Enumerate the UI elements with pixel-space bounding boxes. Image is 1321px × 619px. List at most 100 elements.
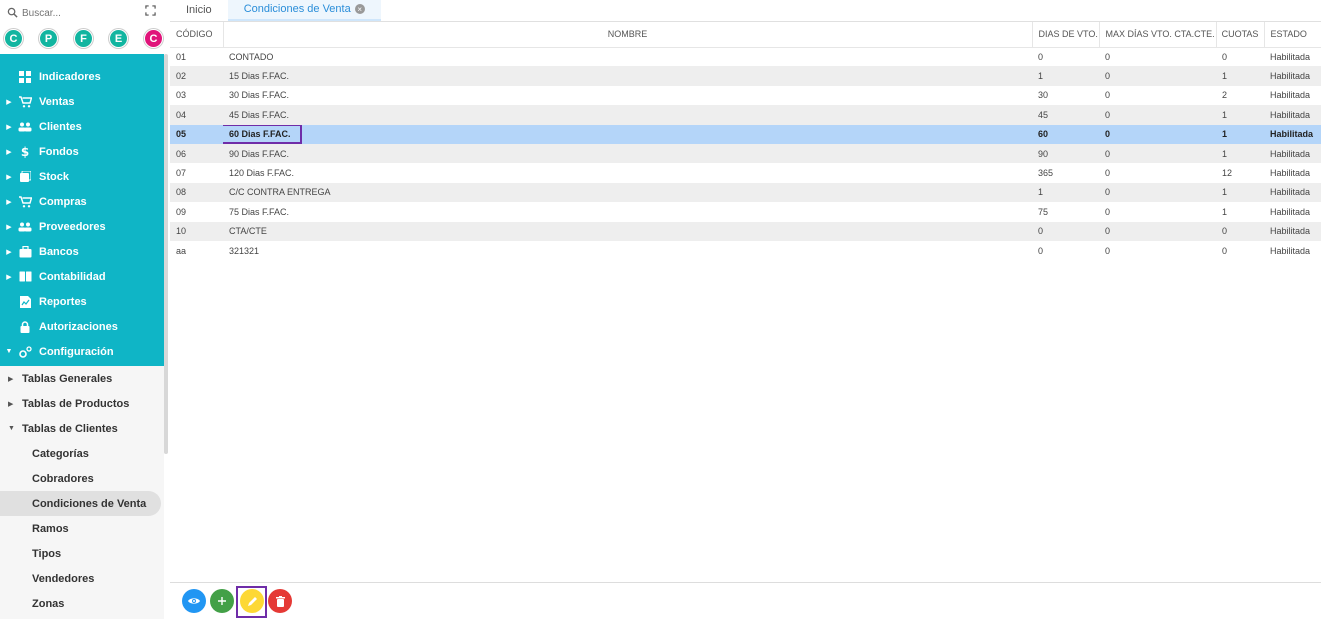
submenu-item-vendedores[interactable]: Vendedores — [0, 566, 164, 591]
table-cell: 0 — [1099, 47, 1216, 67]
table-cell: Habilitada — [1264, 163, 1321, 183]
table-cell: C/C CONTRA ENTREGA — [223, 182, 1032, 203]
table-cell: 0 — [1099, 163, 1216, 183]
book-icon — [18, 270, 32, 284]
tab-label: Condiciones de Venta — [243, 3, 351, 15]
plus-icon — [217, 596, 227, 606]
column-header-4[interactable]: CUOTAS — [1216, 22, 1265, 48]
boxes-icon — [18, 170, 32, 184]
submenu-group-label: Tablas de Productos — [22, 397, 130, 410]
close-icon[interactable]: × — [354, 4, 365, 14]
column-header-3[interactable]: MAX DÍAS VTO. CTA.CTE. — [1099, 22, 1217, 48]
action-bar — [170, 582, 1321, 619]
sidebar-item-stock[interactable]: ▶ Stock — [0, 164, 164, 189]
column-header-1[interactable]: NOMBRE — [223, 22, 1033, 48]
column-header-5[interactable]: ESTADO — [1264, 22, 1321, 48]
sidebar-scrollbar[interactable] — [164, 54, 168, 454]
shortcut-avatars: CPFEC — [4, 29, 168, 48]
table-cell: 0 — [1032, 240, 1099, 261]
submenu-item-ramos[interactable]: Ramos — [0, 516, 164, 541]
shortcut-avatar-p[interactable]: P — [39, 29, 58, 48]
report-icon — [18, 295, 32, 309]
shortcut-avatar-e[interactable]: E — [109, 29, 128, 48]
table-cell: 45 — [1032, 105, 1099, 125]
table-cell: 0 — [1099, 105, 1216, 125]
submenu-item-categor-as[interactable]: Categorías — [0, 441, 164, 466]
sidebar-item-clientes[interactable]: ▶ Clientes — [0, 114, 164, 139]
table-cell: Habilitada — [1264, 66, 1321, 86]
fullscreen-icon[interactable] — [145, 5, 157, 17]
search-input[interactable] — [22, 7, 132, 19]
submenu-item-zonas[interactable]: Zonas — [0, 591, 164, 616]
table-cell: 45 Dias F.FAC. — [223, 105, 1032, 125]
table-row[interactable]: aa 321321 0 0 0 Habilitada — [170, 240, 1321, 261]
view-button[interactable] — [182, 589, 206, 613]
cart-arrow-icon — [18, 195, 32, 209]
table-row[interactable]: 01 CONTADO 0 0 0 Habilitada — [170, 47, 1321, 67]
submenu-group-label: Tablas de Clientes — [22, 422, 118, 435]
sidebar: CPFEC Indicadores▶Ventas▶Clientes▶$Fondo… — [0, 0, 168, 619]
shortcut-avatar-f[interactable]: F — [74, 29, 93, 48]
add-button[interactable] — [210, 589, 234, 613]
table-cell: CONTADO — [223, 47, 1032, 67]
table-cell: Habilitada — [1264, 221, 1321, 241]
sidebar-item-compras[interactable]: ▶ Compras — [0, 189, 164, 214]
submenu-item-condiciones-de-venta[interactable]: Condiciones de Venta — [0, 491, 161, 516]
table-cell: 0 — [1099, 124, 1216, 144]
table-row[interactable]: 05 60 Dias F.FAC. 60 0 1 Habilitada — [170, 124, 1321, 144]
submenu-group-tablas-generales[interactable]: ▶ Tablas Generales — [0, 366, 164, 391]
table-cell: Habilitada — [1264, 124, 1321, 144]
submenu-item-tipos[interactable]: Tipos — [0, 541, 164, 566]
sidebar-item-ventas[interactable]: ▶ Ventas — [0, 89, 164, 114]
chevron-right-icon: ▶ — [8, 375, 14, 383]
submenu-group-tablas-de-productos[interactable]: ▶ Tablas de Productos — [0, 391, 164, 416]
sidebar-item-reportes[interactable]: Reportes — [0, 289, 164, 314]
table-cell: 12 — [1216, 163, 1264, 183]
sidebar-item-fondos[interactable]: ▶ $ Fondos — [0, 139, 164, 164]
table-row[interactable]: 10 CTA/CTE 0 0 0 Habilitada — [170, 221, 1321, 241]
column-header-2[interactable]: DIAS DE VTO. — [1032, 22, 1100, 48]
table-cell: 09 — [170, 202, 223, 222]
trash-icon — [275, 595, 285, 607]
table-row[interactable]: 02 15 Dias F.FAC. 1 0 1 Habilitada — [170, 66, 1321, 86]
table-row[interactable]: 09 75 Dias F.FAC. 75 0 1 Habilitada — [170, 202, 1321, 222]
sidebar-item-label: Bancos — [39, 245, 79, 258]
sidebar-item-label: Indicadores — [39, 70, 101, 83]
table-cell: 01 — [170, 47, 223, 67]
sidebar-item-contabilidad[interactable]: ▶ Contabilidad — [0, 264, 164, 289]
config-submenu: ▶ Tablas Generales ▶ Tablas de Productos ▼ Ta… — [0, 366, 164, 619]
table-cell: aa — [170, 240, 223, 261]
table-cell: 90 — [1032, 143, 1099, 164]
sidebar-item-proveedores[interactable]: ▶ Proveedores — [0, 214, 164, 239]
people-icon — [18, 220, 32, 234]
table-cell: 0 — [1099, 143, 1216, 164]
shortcut-avatar-c[interactable]: C — [4, 29, 23, 48]
table-row[interactable]: 04 45 Dias F.FAC. 45 0 1 Habilitada — [170, 105, 1321, 125]
delete-button[interactable] — [268, 589, 292, 613]
table-row[interactable]: 03 30 Dias F.FAC. 30 0 2 Habilitada — [170, 85, 1321, 106]
table-row[interactable]: 06 90 Dias F.FAC. 90 0 1 Habilitada — [170, 143, 1321, 164]
column-header-0[interactable]: CÓDIGO — [170, 22, 224, 48]
table-cell: 60 Dias F.FAC. — [223, 124, 1032, 144]
chevron-down-icon: ▼ — [8, 425, 15, 432]
table-row[interactable]: 07 120 Dias F.FAC. 365 0 12 Habilitada — [170, 163, 1321, 183]
sidebar-item-indicadores[interactable]: Indicadores — [0, 64, 164, 89]
sidebar-item-configuraci-n[interactable]: ▼ Configuración — [0, 339, 164, 364]
submenu-item-cobradores[interactable]: Cobradores — [0, 466, 164, 491]
search-icon — [7, 7, 19, 19]
table-cell: 60 — [1032, 124, 1099, 144]
submenu-group-tablas-de-clientes[interactable]: ▼ Tablas de Clientes — [0, 416, 164, 441]
tab-condiciones-de-venta[interactable]: Condiciones de Venta × — [227, 0, 381, 21]
table-row[interactable]: 08 C/C CONTRA ENTREGA 1 0 1 Habilitada — [170, 182, 1321, 203]
sidebar-item-label: Reportes — [39, 295, 87, 308]
tab-inicio[interactable]: Inicio — [170, 0, 228, 21]
main-menu: Indicadores ▶ Ventas ▶ Clientes ▶ $ Fondos ▶ Stoc… — [0, 54, 164, 366]
sidebar-item-bancos[interactable]: ▶ Bancos — [0, 239, 164, 264]
table-cell: 0 — [1099, 240, 1216, 261]
table-cell: 0 — [1216, 240, 1264, 261]
shortcut-avatar-c[interactable]: C — [144, 29, 163, 48]
svg-text:$: $ — [21, 145, 29, 158]
table-cell: 10 — [170, 221, 223, 241]
sidebar-item-autorizaciones[interactable]: Autorizaciones — [0, 314, 164, 339]
chevron-right-icon: ▶ — [6, 148, 12, 156]
